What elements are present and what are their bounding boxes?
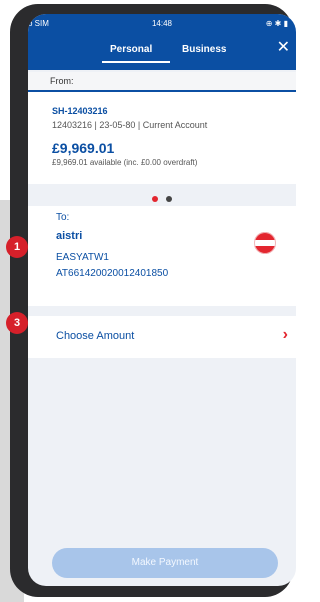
account-pager	[28, 189, 296, 202]
choose-amount-row[interactable]: Choose Amount ›	[28, 316, 296, 358]
close-icon[interactable]: ✕	[277, 40, 290, 56]
from-account-card[interactable]: SH-12403216 12403216 | 23-05-80 | Curren…	[28, 92, 296, 184]
status-bar: o SIM 14:48 ⊕ ✱ ▮	[28, 19, 296, 31]
step-badge-1: 1	[6, 236, 28, 258]
chevron-right-icon: ›	[282, 326, 288, 343]
payee-name: aistri	[56, 230, 83, 242]
austria-flag-icon	[254, 232, 276, 254]
account-type-tabs: Personal Business	[28, 44, 296, 64]
active-tab-indicator	[102, 61, 170, 63]
status-time: 14:48	[151, 19, 173, 28]
available-balance: £9,969.01 available (inc. £0.00 overdraf…	[52, 158, 198, 167]
tab-business[interactable]: Business	[182, 44, 226, 55]
account-balance: £9,969.01	[52, 140, 115, 156]
payee-card[interactable]: To: aistri EASYATW1 AT661420020012401850	[28, 206, 296, 306]
tab-personal[interactable]: Personal	[110, 44, 152, 55]
payee-iban: AT661420020012401850	[56, 268, 169, 279]
account-code: SH-12403216	[52, 106, 108, 116]
pager-dot[interactable]	[166, 196, 173, 202]
app-screen: o SIM 14:48 ⊕ ✱ ▮ Personal Business ✕ Fr…	[28, 14, 296, 586]
step-badge-3: 3	[6, 312, 28, 334]
pager-dot-active[interactable]	[151, 196, 158, 202]
phone-frame: o SIM 14:48 ⊕ ✱ ▮ Personal Business ✕ Fr…	[10, 4, 296, 597]
to-label: To:	[56, 212, 70, 223]
status-icons: ⊕ ✱ ▮	[265, 19, 288, 28]
choose-amount-label: Choose Amount	[56, 330, 135, 342]
app-header: o SIM 14:48 ⊕ ✱ ▮ Personal Business ✕	[28, 14, 296, 70]
account-detail: 12403216 | 23-05-80 | Current Account	[52, 120, 208, 130]
make-payment-button[interactable]: Make Payment	[52, 548, 278, 578]
from-section-header: From:	[28, 72, 296, 92]
payee-bic: EASYATW1	[56, 252, 109, 263]
from-label: From:	[50, 76, 74, 86]
